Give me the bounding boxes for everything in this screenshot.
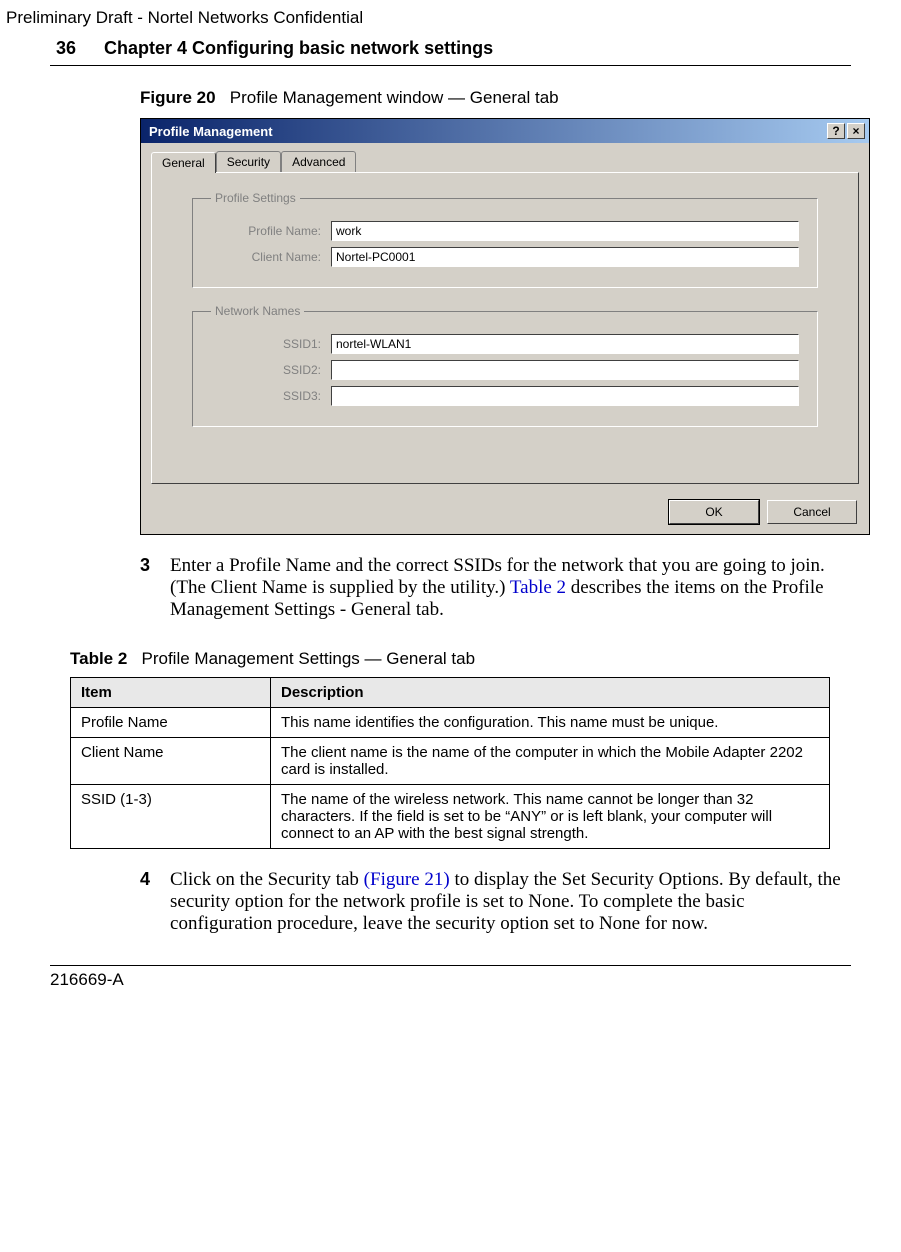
ssid2-input[interactable] (331, 360, 799, 380)
ssid2-label: SSID2: (211, 363, 331, 377)
step-3: 3 Enter a Profile Name and the correct S… (140, 555, 851, 621)
tab-advanced[interactable]: Advanced (281, 151, 356, 172)
table-row: SSID (1-3) The name of the wireless netw… (71, 785, 830, 849)
tab-row: General Security Advanced (141, 143, 869, 172)
ssid1-label: SSID1: (211, 337, 331, 351)
table-caption: Table 2 Profile Management Settings — Ge… (70, 649, 851, 669)
cell-description: The client name is the name of the compu… (271, 738, 830, 785)
cell-description: The name of the wireless network. This n… (271, 785, 830, 849)
step-3-text: Enter a Profile Name and the correct SSI… (170, 555, 851, 621)
titlebar: Profile Management ? × (141, 119, 869, 143)
network-names-legend: Network Names (211, 304, 304, 318)
step-3-number: 3 (140, 555, 150, 621)
tab-panel-general: Profile Settings Profile Name: Client Na… (151, 172, 859, 484)
profile-settings-legend: Profile Settings (211, 191, 300, 205)
ssid1-input[interactable] (331, 334, 799, 354)
table-row: Client Name The client name is the name … (71, 738, 830, 785)
profile-name-label: Profile Name: (211, 224, 331, 238)
close-button[interactable]: × (847, 123, 865, 139)
tab-security[interactable]: Security (216, 151, 281, 172)
help-button[interactable]: ? (827, 123, 845, 139)
dialog-button-row: OK Cancel (141, 494, 869, 534)
chapter-header: 36 Chapter 4 Configuring basic network s… (50, 28, 851, 66)
profile-name-input[interactable] (331, 221, 799, 241)
network-names-group: Network Names SSID1: SSID2: SSID3: (192, 304, 818, 427)
ok-button[interactable]: OK (669, 500, 759, 524)
th-description: Description (271, 678, 830, 708)
chapter-title: Chapter 4 Configuring basic network sett… (104, 38, 493, 59)
profile-settings-group: Profile Settings Profile Name: Client Na… (192, 191, 818, 288)
table-row: Profile Name This name identifies the co… (71, 708, 830, 738)
ssid3-label: SSID3: (211, 389, 331, 403)
page-number: 36 (56, 38, 76, 59)
settings-table: Item Description Profile Name This name … (70, 677, 830, 849)
cancel-button[interactable]: Cancel (767, 500, 857, 524)
figure-label: Figure 20 (140, 88, 216, 107)
figure-caption: Figure 20 Profile Management window — Ge… (140, 88, 851, 108)
cell-description: This name identifies the configuration. … (271, 708, 830, 738)
figure-caption-text: Profile Management window — General tab (230, 88, 559, 107)
doc-id: 216669-A (50, 970, 124, 989)
client-name-label: Client Name: (211, 250, 331, 264)
cell-item: SSID (1-3) (71, 785, 271, 849)
step-4-number: 4 (140, 869, 150, 935)
titlebar-title: Profile Management (149, 124, 825, 139)
profile-management-dialog: Profile Management ? × General Security … (140, 118, 870, 535)
step-4: 4 Click on the Security tab (Figure 21) … (140, 869, 851, 935)
table-2-link[interactable]: Table 2 (510, 577, 566, 598)
footer: 216669-A (50, 965, 851, 990)
table-label: Table 2 (70, 649, 127, 668)
table-caption-text: Profile Management Settings — General ta… (142, 649, 476, 668)
preliminary-notice: Preliminary Draft - Nortel Networks Conf… (0, 0, 901, 28)
tab-general[interactable]: General (151, 152, 216, 173)
figure-21-link[interactable]: (Figure 21) (364, 869, 450, 890)
client-name-input[interactable] (331, 247, 799, 267)
cell-item: Client Name (71, 738, 271, 785)
cell-item: Profile Name (71, 708, 271, 738)
step-4-text-a: Click on the Security tab (170, 869, 364, 890)
ssid3-input[interactable] (331, 386, 799, 406)
step-4-text: Click on the Security tab (Figure 21) to… (170, 869, 851, 935)
th-item: Item (71, 678, 271, 708)
